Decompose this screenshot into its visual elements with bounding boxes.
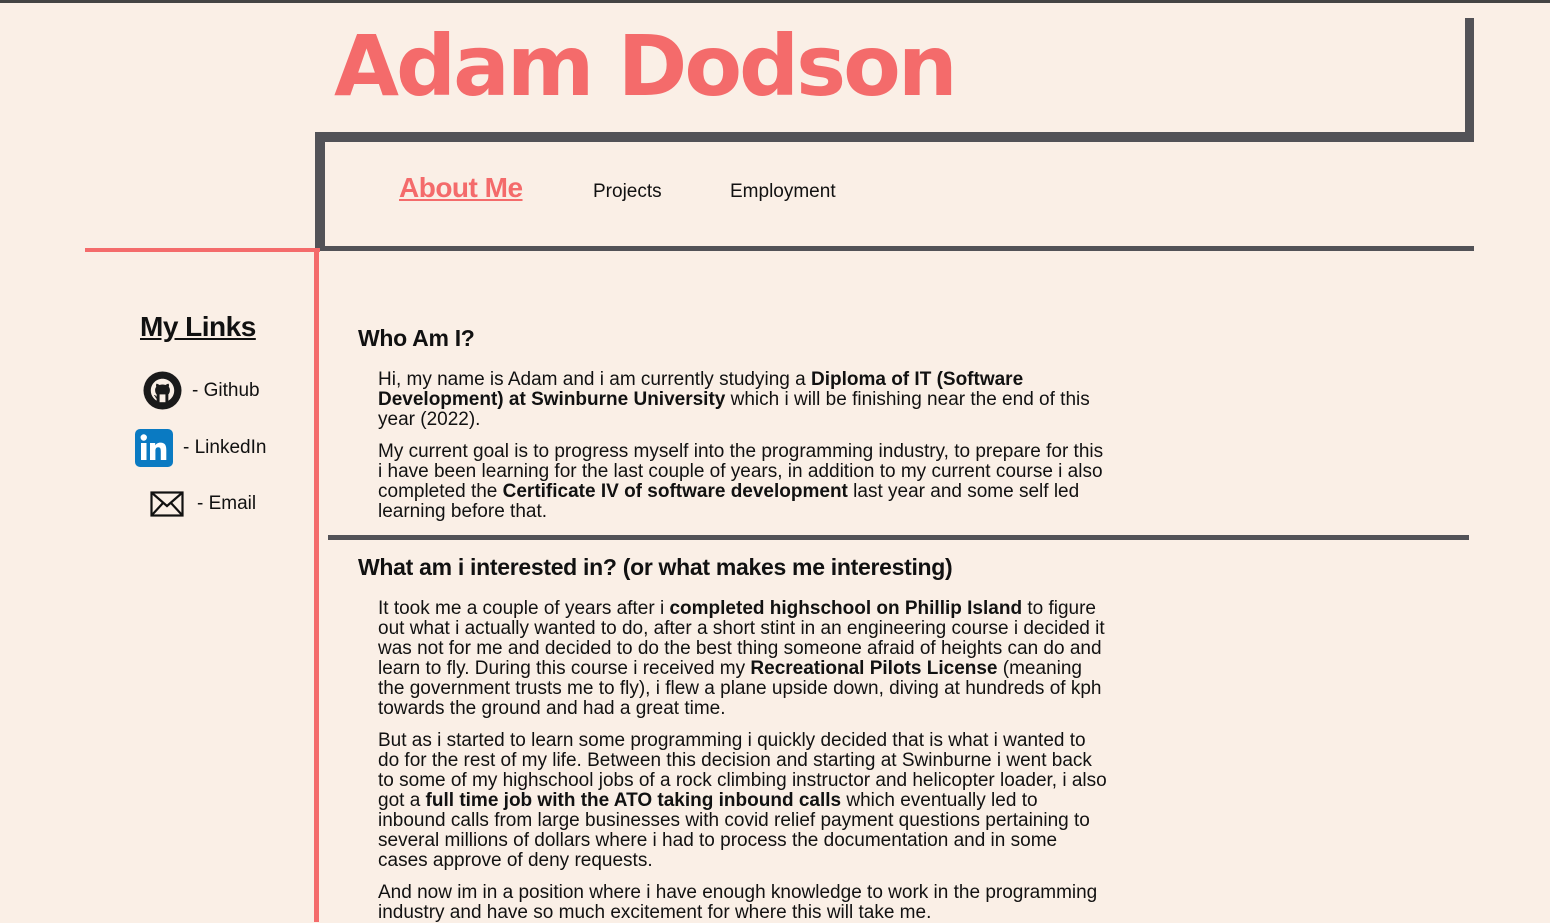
- linkedin-link[interactable]: - LinkedIn: [135, 429, 266, 467]
- github-link[interactable]: - Github: [143, 371, 260, 410]
- github-label: - Github: [192, 379, 260, 401]
- paragraph: It took me a couple of years after i com…: [378, 599, 1108, 719]
- linkedin-icon: [135, 429, 173, 467]
- paragraph-text: And now im in a position where i have en…: [378, 882, 1098, 923]
- nav-projects[interactable]: Projects: [593, 180, 662, 204]
- paragraph-text: Hi, my name is Adam and i am currently s…: [378, 369, 811, 390]
- top-border: [0, 0, 1550, 3]
- email-icon: [150, 491, 184, 517]
- bold-highlight: full time job with the ATO taking inboun…: [425, 790, 842, 811]
- sidebar-divider: [314, 248, 319, 922]
- linkedin-label: - LinkedIn: [183, 437, 267, 458]
- email-label: - Email: [197, 493, 257, 514]
- paragraph: And now im in a position where i have en…: [378, 883, 1108, 923]
- bold-highlight: completed highschool on Phillip Island: [669, 598, 1023, 619]
- section-title-interests: What am i interested in? (or what makes …: [358, 554, 953, 580]
- paragraph-text: It took me a couple of years after i: [378, 598, 670, 619]
- bold-highlight: Certificate IV of software development: [502, 481, 848, 502]
- github-icon: [143, 371, 182, 410]
- site-title: Adam Dodson: [334, 17, 958, 115]
- nav-employment[interactable]: Employment: [730, 180, 836, 204]
- header-frame-top: [315, 132, 1474, 142]
- bold-highlight: Recreational Pilots License: [750, 658, 998, 679]
- header-frame-right: [1465, 18, 1474, 142]
- sidebar-title: My Links: [140, 311, 256, 342]
- nav-about-me[interactable]: About Me: [399, 170, 523, 206]
- paragraph: Hi, my name is Adam and i am currently s…: [378, 370, 1108, 430]
- nav-frame-bottom: [315, 246, 1474, 251]
- sidebar-top-accent: [85, 248, 320, 252]
- section-title-who-am-i: Who Am I?: [358, 325, 475, 351]
- paragraph: But as i started to learn some programmi…: [378, 731, 1108, 871]
- section-divider: [328, 535, 1469, 540]
- email-link[interactable]: - Email: [150, 491, 256, 517]
- paragraph: My current goal is to progress myself in…: [378, 442, 1108, 522]
- nav-frame-left: [315, 132, 325, 250]
